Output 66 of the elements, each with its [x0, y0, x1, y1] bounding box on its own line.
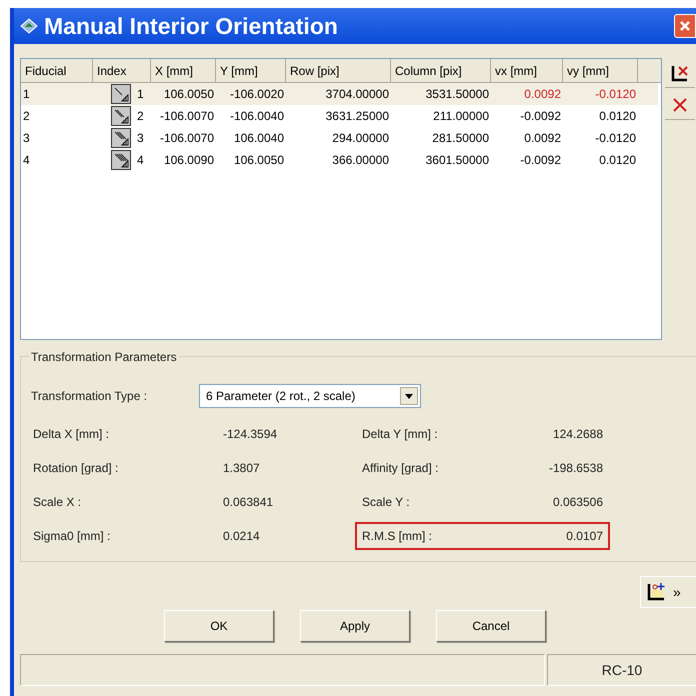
close-button[interactable]: [674, 14, 696, 38]
parameter-label: R.M.S [mm] :: [362, 528, 433, 545]
chart-add-icon: [647, 582, 667, 602]
type-dropdown[interactable]: 6 Parameter (2 rot., 2 scale): [199, 384, 421, 408]
table-cell: 0.0092: [524, 87, 561, 101]
parameter-value: -124.3594: [223, 426, 278, 443]
parameter-value: 0.063506: [552, 494, 603, 511]
table-cell: 3704.00000: [326, 87, 389, 101]
table-cell: 0.0120: [599, 153, 636, 167]
table-cell: 106.0050: [234, 153, 284, 167]
table-cell: 0.0120: [599, 109, 636, 123]
table-cell: -0.0120: [595, 87, 636, 101]
table-cell: -0.0092: [520, 153, 561, 167]
parameter-label: Affinity [grad] :: [362, 460, 440, 477]
delete-icon: [672, 96, 688, 112]
table-cell: 4: [23, 153, 30, 167]
table-cell: -106.0020: [230, 87, 284, 101]
parameter-value: 124.2688: [552, 426, 603, 443]
table-cell-text: 3: [137, 130, 144, 147]
type-label: Transformation Type :: [31, 388, 148, 405]
parameter-value: -198.6538: [548, 460, 603, 477]
parameter-label: Rotation [grad] :: [33, 460, 120, 477]
table-cell: 211.00000: [433, 109, 489, 123]
parameter-value: 0.063841: [223, 494, 274, 511]
dialog-button[interactable]: OK: [164, 610, 274, 642]
app-icon: [20, 18, 38, 34]
index-icon: [111, 84, 131, 104]
table-row[interactable]: 1 1 106.0050 -106.0020 3704.00000 3531.50000 0.0092 -0.0120: [21, 83, 658, 105]
table-cell: 3531.50000: [426, 87, 489, 101]
table-cell: 281.50000: [432, 131, 489, 145]
status-text: RC-10: [602, 660, 642, 680]
table-cell: -106.0070: [160, 131, 214, 145]
table-cell: 106.0040: [234, 131, 284, 145]
dialog-button[interactable]: Apply: [300, 610, 410, 642]
parameter-value: 1.3807: [223, 460, 261, 477]
table-cell-text: 1: [137, 86, 144, 103]
table-cell: -0.0092: [520, 109, 561, 123]
parameter-label: Delta X [mm] :: [33, 426, 110, 443]
table-cell: 3601.50000: [426, 153, 489, 167]
parameter-label: Sigma0 [mm] :: [33, 528, 112, 545]
table-cell: 366.00000: [332, 153, 389, 167]
index-icon: [111, 128, 131, 148]
dialog-button[interactable]: Cancel: [436, 610, 546, 642]
table-cell: 106.0050: [164, 87, 214, 101]
table-cell: -0.0120: [595, 131, 636, 145]
table-cell: 3: [23, 131, 30, 145]
more-button[interactable]: »: [640, 576, 696, 608]
table-cell: 2: [23, 109, 30, 123]
table-cell: 106.0090: [164, 153, 214, 167]
table-cell: 0.0092: [524, 131, 561, 145]
table-cell: -106.0040: [230, 109, 284, 123]
index-icon: [111, 106, 131, 126]
table-cell: 3631.25000: [326, 109, 389, 123]
parameter-label: Delta Y [mm] :: [362, 426, 439, 443]
close-icon: [679, 20, 691, 32]
parameter-label: Scale Y :: [362, 494, 411, 511]
table-cell-text: 4: [137, 152, 144, 169]
window-title: Manual Interior Orientation: [44, 12, 339, 41]
parameter-label: Scale X :: [33, 494, 82, 511]
table-cell: 1: [23, 87, 30, 101]
table-cell-text: 2: [137, 108, 144, 125]
table-cell: -106.0070: [160, 109, 214, 123]
table-cell: 294.00000: [332, 131, 389, 145]
parameter-value: 0.0214: [223, 528, 261, 545]
index-icon: [111, 150, 131, 170]
parameter-value: 0.0107: [566, 528, 603, 545]
